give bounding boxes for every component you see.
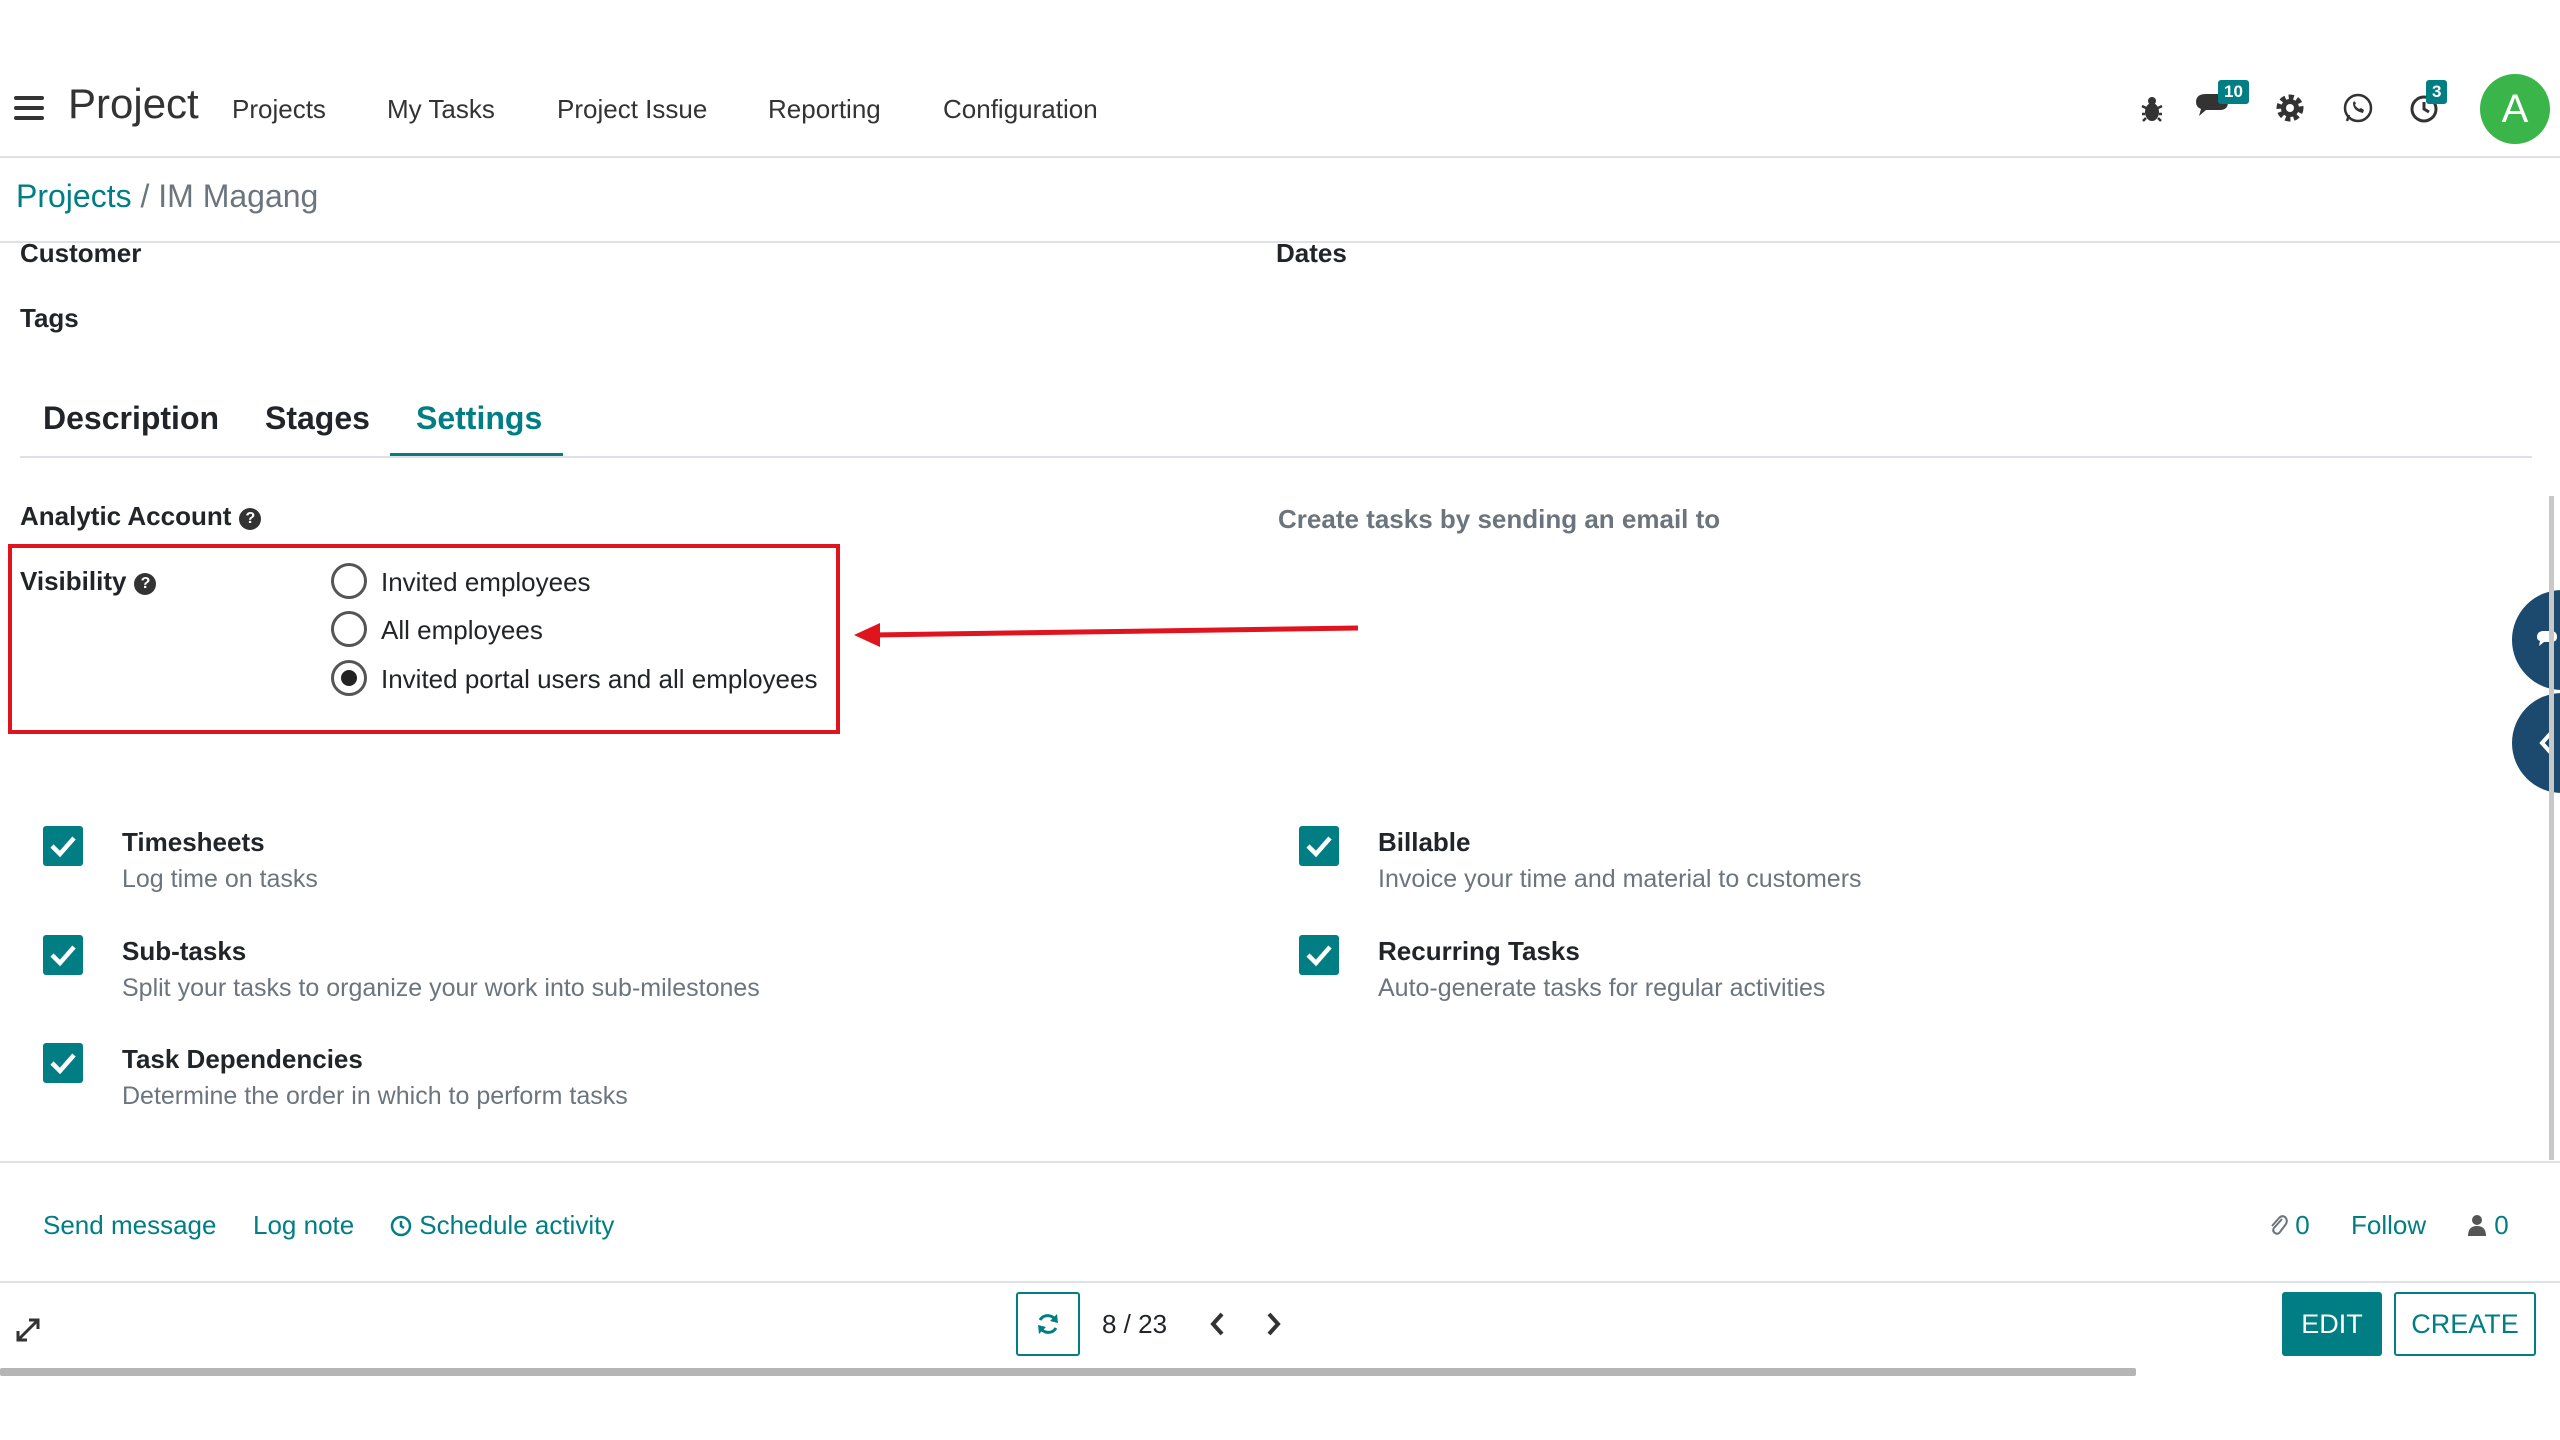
timesheets-desc: Log time on tasks [122, 865, 318, 893]
whatsapp-icon[interactable] [2334, 84, 2382, 132]
pager-refresh-button[interactable] [1016, 1292, 1080, 1356]
app-title[interactable]: Project [68, 80, 199, 128]
help-icon[interactable]: ? [239, 508, 262, 530]
visibility-text: Visibility [20, 566, 127, 596]
recurring-tasks-checkbox[interactable] [1299, 935, 1339, 975]
visibility-option-label[interactable]: All employees [381, 615, 543, 646]
activity-clock-icon[interactable]: 3 [2400, 80, 2448, 132]
recurring-tasks-desc: Auto-generate tasks for regular activiti… [1378, 974, 1826, 1002]
nav-item-my-tasks[interactable]: My Tasks [387, 94, 495, 125]
pager-previous-button[interactable] [1206, 1310, 1230, 1343]
dates-label: Dates [1276, 238, 1347, 268]
visibility-option-label[interactable]: Invited portal users and all employees [381, 664, 817, 695]
visibility-radio-portal-and-employees[interactable] [331, 660, 367, 696]
chevron-left-icon [1210, 1312, 1224, 1336]
messages-badge: 10 [2218, 80, 2249, 104]
chevron-right-icon [1267, 1312, 1281, 1336]
task-dependencies-checkbox[interactable] [43, 1043, 83, 1083]
breadcrumb: Projects / IM Magang [16, 178, 318, 215]
analytic-account-label: Analytic Account? [20, 501, 262, 532]
help-icon[interactable]: ? [134, 573, 157, 595]
create-button[interactable]: CREATE [2394, 1292, 2536, 1356]
attachments-button[interactable]: 0 [2268, 1210, 2310, 1241]
nav-item-configuration[interactable]: Configuration [943, 94, 1098, 125]
billable-checkbox[interactable] [1299, 826, 1339, 866]
menu-icon[interactable] [14, 96, 44, 122]
pager-next-button[interactable] [1261, 1310, 1285, 1343]
top-navbar: Project Projects My Tasks Project Issue … [0, 62, 2560, 158]
schedule-activity-label: Schedule activity [419, 1210, 615, 1240]
attachments-count: 0 [2295, 1210, 2310, 1240]
email-alias-label: Create tasks by sending an email to [1278, 504, 1721, 534]
nav-item-projects[interactable]: Projects [232, 94, 326, 125]
task-dependencies-title: Task Dependencies [122, 1044, 363, 1074]
gear-icon[interactable] [2266, 84, 2314, 132]
schedule-activity-button[interactable]: Schedule activity [390, 1210, 614, 1241]
recurring-tasks-title: Recurring Tasks [1378, 936, 1580, 966]
customer-label: Customer [20, 238, 142, 268]
analytic-account-text: Analytic Account [20, 501, 232, 531]
breadcrumb-projects-link[interactable]: Projects [16, 178, 132, 214]
refresh-icon [1038, 1314, 1058, 1334]
breadcrumb-current: IM Magang [158, 178, 319, 214]
edit-button[interactable]: EDIT [2282, 1292, 2382, 1356]
bottom-bar-divider [0, 1281, 2560, 1283]
avatar[interactable]: A [2480, 74, 2550, 144]
tabs-divider [20, 456, 2532, 458]
subtasks-title: Sub-tasks [122, 936, 247, 966]
nav-item-reporting[interactable]: Reporting [768, 94, 881, 125]
followers-count: 0 [2494, 1210, 2509, 1240]
timesheets-checkbox[interactable] [43, 826, 83, 866]
tab-settings[interactable]: Settings [416, 400, 542, 437]
tab-stages[interactable]: Stages [265, 400, 370, 437]
tab-description[interactable]: Description [43, 400, 219, 437]
vertical-scrollbar[interactable] [2549, 496, 2554, 1160]
paperclip-icon [2271, 1215, 2288, 1235]
visibility-radio-all-employees[interactable] [331, 611, 367, 647]
visibility-radio-invited-employees[interactable] [331, 563, 367, 599]
subtasks-checkbox[interactable] [43, 935, 83, 975]
followers-button[interactable]: 0 [2467, 1210, 2509, 1241]
breadcrumb-separator: / [140, 178, 150, 214]
log-note-button[interactable]: Log note [253, 1210, 354, 1241]
chat-bubble-icon [2537, 631, 2557, 646]
nav-item-project-issue[interactable]: Project Issue [557, 94, 707, 125]
send-message-button[interactable]: Send message [43, 1210, 216, 1241]
visibility-option-label[interactable]: Invited employees [381, 567, 591, 598]
timesheets-title: Timesheets [122, 827, 265, 857]
follow-button[interactable]: Follow [2351, 1210, 2426, 1241]
user-icon [2468, 1215, 2486, 1236]
horizontal-scrollbar[interactable] [0, 1368, 2136, 1376]
activities-badge: 3 [2426, 80, 2448, 104]
visibility-label: Visibility? [20, 566, 157, 597]
bug-icon[interactable] [2128, 84, 2176, 132]
chatter-divider [0, 1161, 2560, 1163]
pager-value[interactable]: 8 / 23 [1102, 1309, 1167, 1340]
billable-desc: Invoice your time and material to custom… [1378, 865, 1862, 893]
tags-label: Tags [20, 303, 79, 333]
clock-icon [390, 1215, 412, 1237]
chat-icon[interactable]: 10 [2190, 80, 2249, 132]
subtasks-desc: Split your tasks to organize your work i… [122, 974, 760, 1002]
billable-title: Billable [1378, 827, 1471, 857]
expand-icon[interactable] [14, 1316, 42, 1349]
annotation-arrow [854, 623, 1359, 647]
task-dependencies-desc: Determine the order in which to perform … [122, 1082, 628, 1110]
